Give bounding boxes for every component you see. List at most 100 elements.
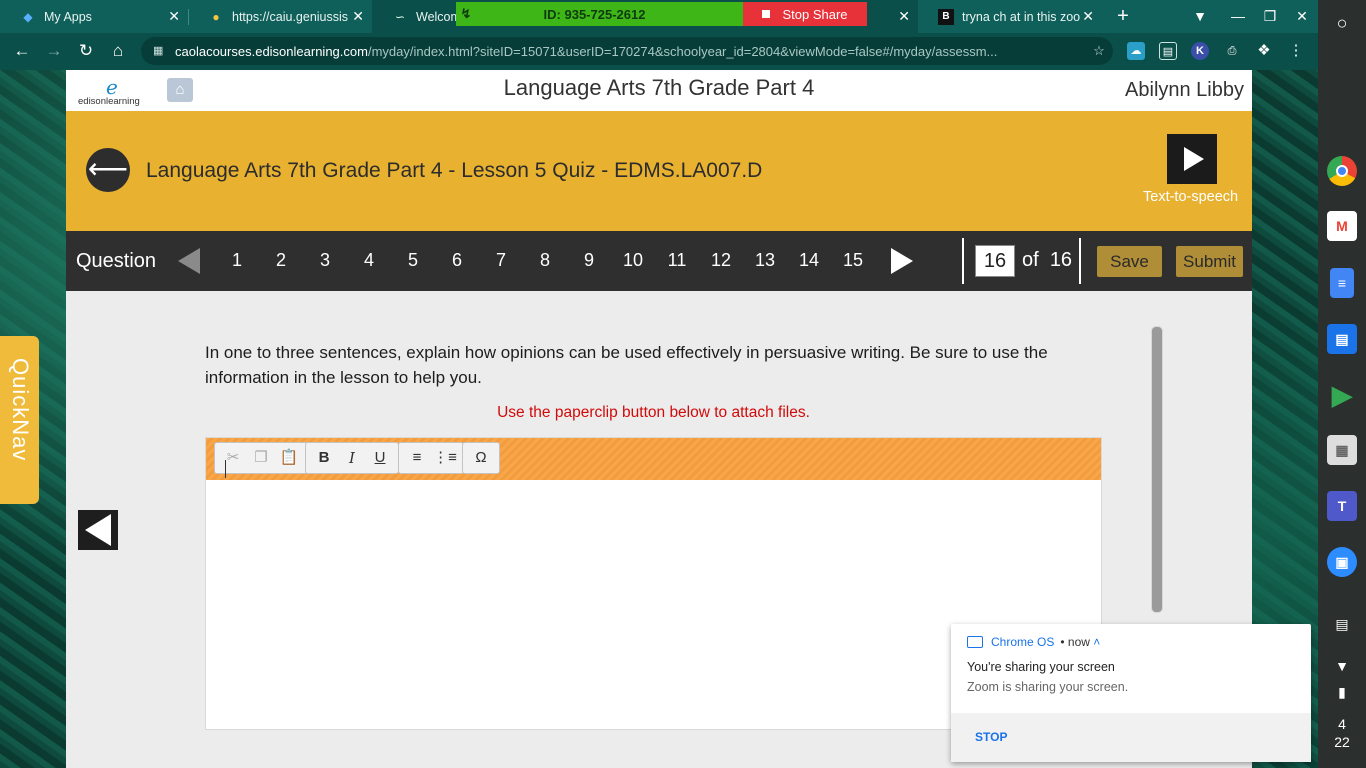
question-link-6[interactable]: 6: [437, 250, 477, 271]
question-link-10[interactable]: 10: [613, 250, 653, 271]
tab-my-apps[interactable]: ◆ My Apps ✕: [0, 0, 188, 33]
quicknav-label: QuickNav: [8, 358, 33, 462]
quiz-back-button[interactable]: ⟵: [86, 148, 130, 192]
tab-genius[interactable]: ● https://caiu.geniussis ✕: [188, 0, 372, 33]
zoom-app-icon[interactable]: ▣: [1327, 547, 1357, 577]
extensions-puzzle-icon[interactable]: ❖: [1255, 42, 1273, 60]
wifi-icon[interactable]: ▼: [1332, 656, 1352, 676]
numbered-list-icon[interactable]: ≡: [403, 446, 431, 470]
minimize-icon[interactable]: —: [1228, 6, 1248, 26]
teams-icon[interactable]: T: [1327, 491, 1357, 521]
question-link-1[interactable]: 1: [217, 250, 257, 271]
question-number-input[interactable]: [975, 245, 1015, 277]
close-icon[interactable]: ✕: [1082, 8, 1094, 25]
extension-cloud-icon[interactable]: ☁: [1127, 42, 1145, 60]
home-icon[interactable]: ⌂: [107, 40, 129, 62]
tab-label: My Apps: [44, 9, 92, 24]
question-link-2[interactable]: 2: [261, 250, 301, 271]
browser-toolbar: ← → ↻ ⌂ ▦ caolacourses.edisonlearning.co…: [0, 33, 1318, 70]
close-icon[interactable]: ✕: [168, 8, 180, 25]
notification-body: Zoom is sharing your screen.: [967, 680, 1129, 694]
notification-source: Chrome OS: [991, 635, 1055, 649]
bookmark-star-icon[interactable]: ☆: [1085, 43, 1113, 59]
question-link-13[interactable]: 13: [745, 250, 785, 271]
zoom-meeting-id-bar[interactable]: ↯ ID: 935-725-2612: [456, 2, 743, 26]
question-total: of 16: [1022, 249, 1073, 271]
back-icon[interactable]: ←: [11, 40, 33, 62]
cut-icon[interactable]: ✂: [219, 446, 247, 470]
stop-icon: [762, 10, 771, 18]
chromeos-shelf: ○ M ≡ ▤ ▶ ▦ T ▣ ▤ ▼ ▮ 4 22: [1318, 0, 1366, 768]
text-to-speech-button[interactable]: [1167, 134, 1217, 184]
course-title: Language Arts 7th Grade Part 4: [503, 75, 815, 100]
question-link-11[interactable]: 11: [657, 250, 697, 271]
clock-hour[interactable]: 4: [1318, 716, 1366, 732]
extension-printer-icon[interactable]: ⎙: [1223, 42, 1241, 60]
menu-kebab-icon[interactable]: ⋮: [1287, 42, 1305, 60]
screen-share-notification: Chrome OS • now ˄ You're sharing your sc…: [951, 624, 1311, 762]
question-nav-bar: Question 1 2 3 4 5 6 7 8 9 10 11 12 13 1…: [66, 231, 1252, 291]
question-link-8[interactable]: 8: [525, 250, 565, 271]
chrome-icon[interactable]: [1327, 156, 1357, 186]
italic-icon[interactable]: I: [338, 446, 366, 470]
window-close-icon[interactable]: ✕: [1292, 6, 1312, 26]
user-name[interactable]: Abilynn Libby: [1125, 79, 1244, 102]
tab-zoo[interactable]: B tryna ch at in this zoo ✕: [918, 0, 1102, 33]
quicknav-tab[interactable]: QuickNav: [0, 336, 39, 504]
bulleted-list-icon[interactable]: ⋮≡: [431, 446, 459, 470]
extension-k-icon[interactable]: K: [1191, 42, 1209, 60]
submit-button[interactable]: Submit: [1176, 246, 1243, 277]
launcher-icon[interactable]: ○: [1332, 13, 1352, 33]
save-button[interactable]: Save: [1097, 246, 1162, 277]
gmail-icon[interactable]: M: [1327, 211, 1357, 241]
extension-reader-icon[interactable]: ▤: [1159, 42, 1177, 60]
question-link-5[interactable]: 5: [393, 250, 433, 271]
restore-icon[interactable]: ❐: [1260, 6, 1280, 26]
question-link-15[interactable]: 15: [833, 250, 873, 271]
question-link-9[interactable]: 9: [569, 250, 609, 271]
zoom-stop-share-button[interactable]: Stop Share: [743, 2, 867, 26]
question-link-14[interactable]: 14: [789, 250, 829, 271]
question-label: Question: [76, 250, 157, 272]
play-store-icon[interactable]: ▶: [1327, 380, 1357, 410]
copy-icon[interactable]: ❐: [247, 446, 275, 470]
paste-icon[interactable]: 📋: [275, 446, 303, 470]
underline-icon[interactable]: U: [366, 446, 394, 470]
zoom-meeting-id: ID: 935-725-2612: [543, 6, 646, 22]
next-question-icon[interactable]: [891, 248, 913, 274]
question-prompt: In one to three sentences, explain how o…: [205, 343, 1048, 387]
collapse-arrow-button[interactable]: [78, 510, 118, 550]
close-icon[interactable]: ✕: [352, 8, 364, 25]
bold-icon[interactable]: B: [310, 446, 338, 470]
tab-search-icon[interactable]: ▼: [1190, 6, 1210, 26]
battery-icon[interactable]: ▮: [1332, 682, 1352, 702]
divider: [962, 238, 964, 284]
content-scrollbar[interactable]: [1151, 326, 1163, 613]
clock-minute[interactable]: 22: [1318, 734, 1366, 750]
question-link-3[interactable]: 3: [305, 250, 345, 271]
previous-question-icon[interactable]: [178, 248, 200, 274]
screen-share-icon[interactable]: ▤: [1332, 614, 1352, 634]
address-bar[interactable]: ▦ caolacourses.edisonlearning.com/myday/…: [141, 37, 1113, 65]
question-link-7[interactable]: 7: [481, 250, 521, 271]
special-char-group: Ω: [462, 442, 500, 474]
question-link-12[interactable]: 12: [701, 250, 741, 271]
quiz-banner: ⟵ Language Arts 7th Grade Part 4 - Lesso…: [66, 111, 1252, 231]
question-link-4[interactable]: 4: [349, 250, 389, 271]
site-info-icon[interactable]: ▦: [153, 44, 167, 58]
edison-icon: ∽: [394, 9, 406, 24]
tts-label: Text-to-speech: [1143, 189, 1239, 205]
docs-icon[interactable]: ≡: [1330, 268, 1354, 298]
forward-icon[interactable]: →: [43, 40, 65, 62]
list-group: ≡ ⋮≡: [398, 442, 464, 474]
omega-icon[interactable]: Ω: [467, 446, 495, 470]
new-tab-button[interactable]: +: [1112, 5, 1134, 27]
reload-icon[interactable]: ↻: [75, 40, 97, 62]
close-icon[interactable]: ✕: [898, 8, 910, 25]
apps-grid-icon[interactable]: ▦: [1327, 435, 1357, 465]
notification-header[interactable]: Chrome OS • now ˄: [967, 635, 1100, 649]
clipboard-group: ✂ ❐ 📋: [214, 442, 308, 474]
stop-sharing-button[interactable]: STOP: [975, 730, 1007, 744]
tab-label: tryna ch at in this zoo: [962, 9, 1081, 24]
files-icon[interactable]: ▤: [1327, 324, 1357, 354]
